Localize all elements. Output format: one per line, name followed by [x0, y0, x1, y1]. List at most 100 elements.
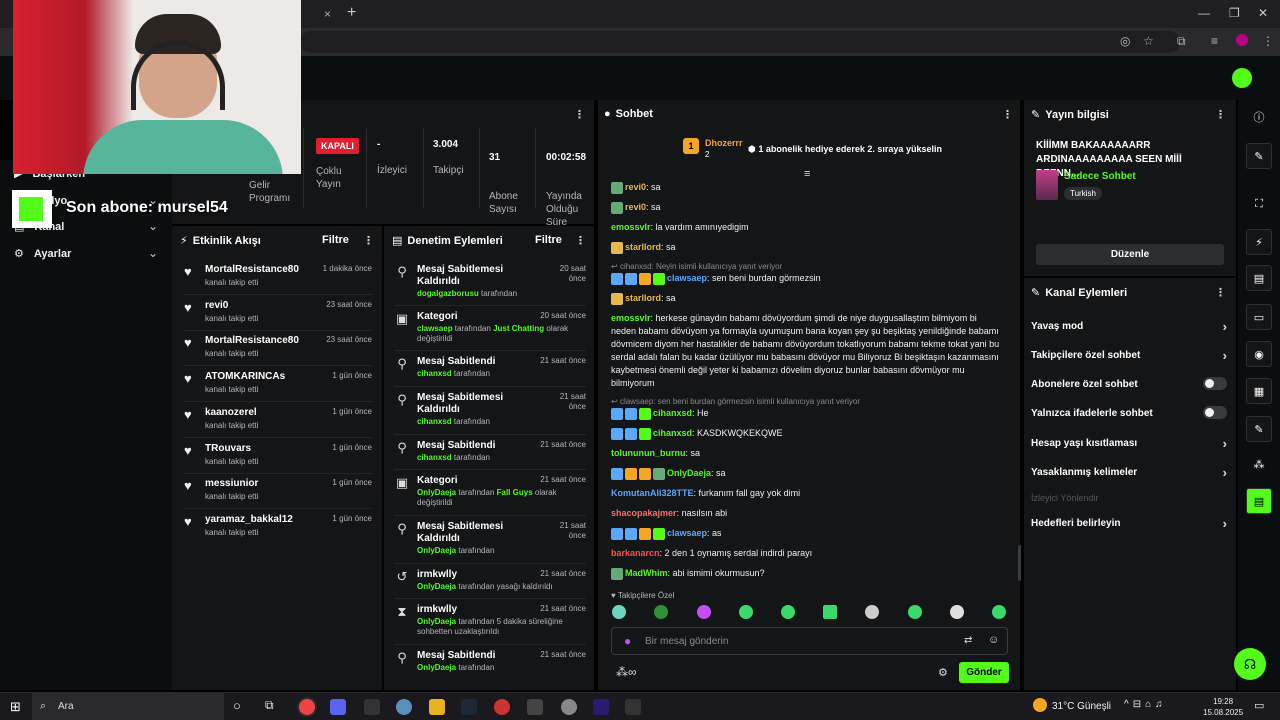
- chat-username[interactable]: revi0: [625, 182, 646, 192]
- chat-message[interactable]: revi0: sa: [611, 201, 1001, 214]
- windows-start-icon[interactable]: ⊞: [10, 699, 21, 715]
- moderation-item[interactable]: ▣ Kategori 21 saat önce OnlyDaeja tarafı…: [394, 475, 586, 519]
- moderation-item[interactable]: ⚲ Mesaj Sabitlemesi Kaldırıldı 21 saat ö…: [394, 521, 586, 565]
- new-tab-icon[interactable]: +: [347, 4, 356, 22]
- chat-username[interactable]: cihanxsd: [653, 408, 692, 418]
- pencil-icon[interactable]: ✎: [1246, 143, 1272, 169]
- chat-more-icon[interactable]: ⋮: [1002, 108, 1013, 121]
- emote-icon[interactable]: [992, 605, 1006, 619]
- chat-message[interactable]: revi0: sa: [611, 181, 1001, 194]
- chat-message[interactable]: OnlyDaeja: sa: [611, 467, 1001, 480]
- wrench-icon[interactable]: ✎: [1246, 416, 1272, 442]
- stream-info-more-icon[interactable]: ⋮: [1215, 108, 1226, 121]
- activity-item[interactable]: ♥ messiunior kanalı takip etti 1 gün önc…: [184, 478, 372, 512]
- moderator-name[interactable]: dogalgazborusu: [417, 289, 479, 298]
- send-button[interactable]: Gönder: [959, 662, 1009, 683]
- chat-username[interactable]: OnlyDaeja: [667, 468, 711, 478]
- moderator-name[interactable]: cihanxsd: [417, 417, 452, 426]
- url-field[interactable]: [300, 31, 1180, 53]
- moderator-name[interactable]: OnlyDaeja: [417, 546, 456, 555]
- toggle-switch[interactable]: [1203, 377, 1227, 390]
- chat-message[interactable]: starllord: sa: [611, 241, 1001, 254]
- tray-icons[interactable]: ^⊟⌂♫: [1124, 699, 1167, 710]
- emote-icon[interactable]: [781, 605, 795, 619]
- collapse-icon[interactable]: ≡: [804, 168, 810, 180]
- lightning-icon[interactable]: ⚡: [1246, 229, 1272, 255]
- eye-off-icon[interactable]: ◎: [1120, 34, 1130, 48]
- moderation-item[interactable]: ⧗ irmkwlly 21 saat önce OnlyDaeja tarafı…: [394, 604, 586, 648]
- moderator-name[interactable]: OnlyDaeja: [417, 617, 456, 626]
- broadcast-icon[interactable]: ◉: [1246, 341, 1272, 367]
- toggle-switch[interactable]: [1203, 406, 1227, 419]
- chat-username[interactable]: MadWhim: [625, 568, 668, 578]
- channel-action-item[interactable]: Yavaş mod ›: [1031, 319, 1227, 334]
- epic-icon[interactable]: [364, 699, 380, 715]
- layout-icon[interactable]: ▦: [1246, 378, 1272, 404]
- chat-message[interactable]: clawsaep: sen beni burdan görmezsin: [611, 272, 1001, 285]
- more-options-icon[interactable]: ⋮: [574, 108, 585, 121]
- moderation-item[interactable]: ▣ Kategori 20 saat önce clawsaep tarafın…: [394, 311, 586, 355]
- sidebar-item-settings[interactable]: ⚙ Ayarlar: [14, 247, 71, 261]
- epic-icon[interactable]: [625, 699, 641, 715]
- moderation-filter-button[interactable]: Filtre: [535, 234, 562, 246]
- moderator-name[interactable]: cihanxsd: [417, 369, 452, 378]
- moderator-name[interactable]: cihanxsd: [417, 453, 452, 462]
- steam-icon[interactable]: [461, 699, 477, 715]
- chat-username[interactable]: starllord: [625, 293, 661, 303]
- menu-icon[interactable]: ⋮: [1262, 34, 1274, 48]
- app-icon[interactable]: [561, 699, 577, 715]
- emote-icon[interactable]: [950, 605, 964, 619]
- chat-settings-icon[interactable]: ⚙: [938, 666, 948, 679]
- chat-message[interactable]: KomutanAli328TTE: furkanım fall gay yok …: [611, 487, 1001, 500]
- microphone-icon[interactable]: ●: [624, 634, 631, 648]
- minimize-icon[interactable]: —: [1198, 6, 1210, 20]
- channel-action-item[interactable]: Hedefleri belirleyin ›: [1031, 516, 1227, 531]
- kick-logo-button[interactable]: [1232, 68, 1252, 88]
- calculator-icon[interactable]: [527, 699, 543, 715]
- chat-username[interactable]: KomutanAli328TTE: [611, 488, 694, 498]
- clapper-icon[interactable]: ▤: [1246, 488, 1272, 514]
- moderation-item[interactable]: ⚲ Mesaj Sabitlendi 21 saat önce OnlyDaej…: [394, 650, 586, 694]
- profile-avatar-icon[interactable]: [1236, 34, 1248, 46]
- chat-username[interactable]: emossvlr: [611, 222, 651, 232]
- channel-actions-more-icon[interactable]: ⋮: [1215, 286, 1226, 299]
- chat-username[interactable]: barkanarcn: [611, 548, 660, 558]
- moderation-more-icon[interactable]: ⋮: [575, 234, 586, 247]
- cortana-icon[interactable]: ○: [233, 698, 241, 713]
- chat-message[interactable]: cihanxsd: He: [611, 407, 1001, 420]
- channel-action-item[interactable]: Abonelere özel sohbet: [1031, 377, 1227, 390]
- chat-message-input[interactable]: ● Bir mesaj gönderin ⇄ ☺: [611, 627, 1008, 655]
- info-icon[interactable]: ⓘ: [1250, 109, 1268, 127]
- chat-message[interactable]: tolununun_burnu: sa: [611, 447, 1001, 460]
- chat-message[interactable]: emossvlr: herkese günaydın babamı dövüyo…: [611, 312, 1001, 390]
- emote-icon[interactable]: [697, 605, 711, 619]
- chat-username[interactable]: clawsaep: [667, 528, 707, 538]
- chat-username[interactable]: clawsaep: [667, 273, 707, 283]
- task-view-icon[interactable]: ⧉: [265, 698, 274, 713]
- translate-icon[interactable]: ⇄: [964, 635, 972, 646]
- moderator-name[interactable]: OnlyDaeja: [417, 582, 456, 591]
- activity-item[interactable]: ♥ revi0 kanalı takip etti 23 saat önce: [184, 300, 372, 334]
- fullscreen-icon[interactable]: ⛶: [1250, 195, 1268, 213]
- emoji-icon[interactable]: ☺: [988, 634, 999, 646]
- activity-item[interactable]: ♥ yaramaz_bakkal12 kanalı takip etti 1 g…: [184, 514, 372, 548]
- activity-item[interactable]: ♥ MortalResistance80 kanalı takip etti 1…: [184, 264, 372, 298]
- activity-item[interactable]: ♥ TRouvars kanalı takip etti 1 gün önce: [184, 443, 372, 477]
- points-icon[interactable]: ⁂∞: [616, 665, 637, 679]
- extensions-icon[interactable]: ⧉: [1177, 34, 1186, 49]
- close-tab-icon[interactable]: ×: [324, 7, 331, 21]
- folder-icon[interactable]: [429, 699, 445, 715]
- chat-message[interactable]: MadWhim: abi ismimi okurmusun?: [611, 567, 1001, 580]
- chrome-icon[interactable]: [299, 699, 315, 715]
- emote-icon[interactable]: [654, 605, 668, 619]
- activity-more-icon[interactable]: ⋮: [363, 234, 374, 247]
- discord-icon[interactable]: [330, 699, 346, 715]
- chat-scrollbar[interactable]: [1018, 545, 1021, 581]
- emote-icon[interactable]: [865, 605, 879, 619]
- channel-action-item[interactable]: Yalnızca ifadelerle sohbet: [1031, 406, 1227, 419]
- moderator-name[interactable]: OnlyDaeja: [417, 488, 456, 497]
- channel-action-item[interactable]: Hesap yaşı kısıtlaması ›: [1031, 436, 1227, 451]
- premiere-icon[interactable]: [593, 699, 609, 715]
- chat-message[interactable]: emossvlr: la vardım amınıyedigim: [611, 221, 1001, 234]
- moderator-name[interactable]: clawsaep: [417, 324, 453, 333]
